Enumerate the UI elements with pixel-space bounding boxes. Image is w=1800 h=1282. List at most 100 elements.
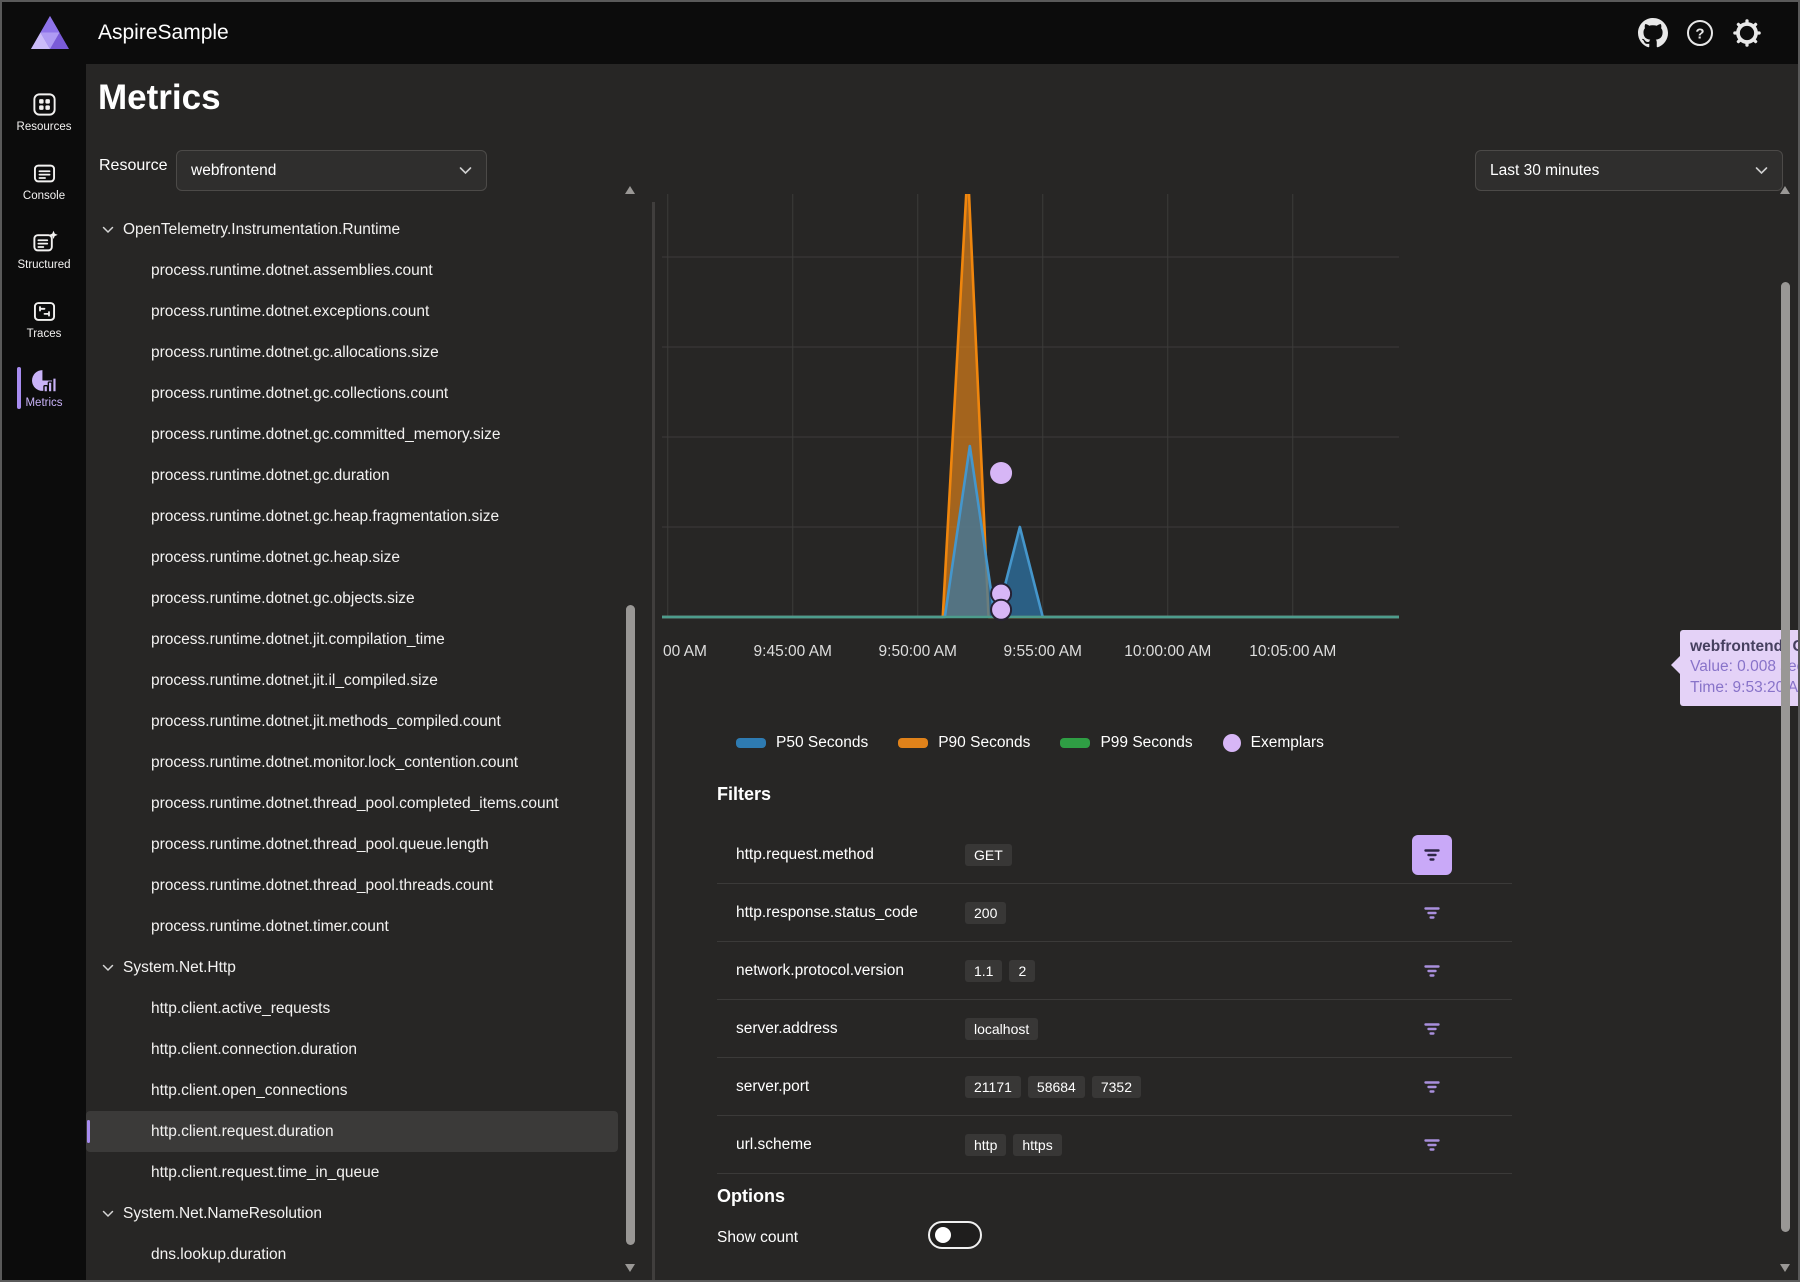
tree-metric-row[interactable]: process.runtime.dotnet.monitor.lock_cont… bbox=[86, 742, 618, 783]
toggle-knob bbox=[935, 1227, 951, 1243]
nav-rail: Resources Console Structured Traces bbox=[2, 64, 86, 1280]
tree-metric-row[interactable]: process.runtime.dotnet.jit.il_compiled.s… bbox=[86, 660, 618, 701]
filter-value-badge: 1.1 bbox=[965, 960, 1002, 982]
tree-metric-row[interactable]: process.runtime.dotnet.assemblies.count bbox=[86, 250, 618, 291]
filter-funnel-icon bbox=[1422, 1135, 1442, 1155]
exemplar-dot[interactable] bbox=[991, 600, 1011, 620]
tree-row-label: OpenTelemetry.Instrumentation.Runtime bbox=[123, 221, 400, 239]
tree-row-label: System.Net.Http bbox=[123, 959, 236, 977]
filter-values: 1.12 bbox=[965, 960, 1412, 982]
scroll-down-arrow[interactable] bbox=[625, 1264, 635, 1272]
filter-value-badge: 7352 bbox=[1092, 1076, 1141, 1098]
tree-group-row[interactable]: System.Net.Http bbox=[86, 947, 618, 988]
filter-value-badge: https bbox=[1013, 1134, 1061, 1156]
tree-metric-row[interactable]: process.runtime.dotnet.gc.duration bbox=[86, 455, 618, 496]
tree-row-label: process.runtime.dotnet.gc.heap.fragmenta… bbox=[151, 508, 499, 526]
tree-metric-row[interactable]: process.runtime.dotnet.gc.allocations.si… bbox=[86, 332, 618, 373]
github-button[interactable] bbox=[1638, 18, 1668, 48]
tree-row-label: process.runtime.dotnet.thread_pool.queue… bbox=[151, 836, 489, 854]
tree-metric-row[interactable]: process.runtime.dotnet.thread_pool.threa… bbox=[86, 865, 618, 906]
legend-item[interactable]: Exemplars bbox=[1223, 734, 1324, 752]
legend-item[interactable]: P99 Seconds bbox=[1060, 734, 1192, 752]
sidebar-item-console[interactable]: Console bbox=[2, 153, 86, 209]
tree-metric-row[interactable]: process.runtime.dotnet.thread_pool.queue… bbox=[86, 824, 618, 865]
scroll-up-arrow[interactable] bbox=[625, 186, 635, 194]
tree-metric-row[interactable]: process.runtime.dotnet.gc.collections.co… bbox=[86, 373, 618, 414]
sidebar-item-traces[interactable]: Traces bbox=[2, 291, 86, 347]
filter-funnel-button[interactable] bbox=[1412, 893, 1452, 933]
filter-values: localhost bbox=[965, 1018, 1412, 1040]
tree-metric-row[interactable]: process.runtime.dotnet.gc.committed_memo… bbox=[86, 414, 618, 455]
panel-splitter[interactable] bbox=[652, 202, 655, 1280]
tree-row-label: process.runtime.dotnet.jit.compilation_t… bbox=[151, 631, 445, 649]
tree-row-label: process.runtime.dotnet.gc.heap.size bbox=[151, 549, 400, 567]
exemplar-dot[interactable] bbox=[990, 462, 1012, 484]
tree-row-label: process.runtime.dotnet.jit.il_compiled.s… bbox=[151, 672, 438, 690]
filter-funnel-button[interactable] bbox=[1412, 835, 1452, 875]
tree-metric-row[interactable]: process.runtime.dotnet.exceptions.count bbox=[86, 291, 618, 332]
help-button[interactable]: ? bbox=[1685, 18, 1715, 48]
filter-row: http.response.status_code200 bbox=[717, 884, 1512, 942]
tree-metric-row[interactable]: http.client.open_connections bbox=[86, 1070, 618, 1111]
tree-group-row[interactable]: System.Net.NameResolution bbox=[86, 1193, 618, 1234]
aspire-logo-icon bbox=[30, 15, 70, 51]
settings-button[interactable] bbox=[1732, 18, 1762, 48]
sidebar-item-label: Metrics bbox=[25, 397, 62, 409]
chart-legend: P50 Seconds P90 Seconds P99 Seconds Exempla… bbox=[736, 734, 1324, 752]
tree-metric-row[interactable]: process.runtime.dotnet.timer.count bbox=[86, 906, 618, 947]
filter-row: server.port21171586847352 bbox=[717, 1058, 1512, 1116]
tree-metric-row[interactable]: process.runtime.dotnet.jit.methods_compi… bbox=[86, 701, 618, 742]
tree-row-label: http.client.open_connections bbox=[151, 1082, 347, 1100]
scroll-up-arrow[interactable] bbox=[1780, 186, 1790, 194]
chevron-down-icon bbox=[102, 226, 114, 234]
show-count-toggle[interactable] bbox=[928, 1221, 982, 1249]
tree-scrollbar-thumb[interactable] bbox=[626, 605, 635, 1245]
tree-row-label: process.runtime.dotnet.gc.allocations.si… bbox=[151, 344, 439, 362]
legend-label: Exemplars bbox=[1251, 734, 1324, 752]
resource-select[interactable]: webfrontend bbox=[176, 150, 487, 191]
titlebar-actions: ? bbox=[1638, 2, 1762, 64]
sidebar-item-resources[interactable]: Resources bbox=[2, 84, 86, 140]
filter-name: http.request.method bbox=[736, 846, 965, 864]
app-window: AspireSample ? bbox=[0, 0, 1800, 1282]
sidebar-item-metrics[interactable]: Metrics bbox=[2, 360, 86, 416]
p50-area[interactable] bbox=[662, 446, 1399, 617]
tree-row-label: process.runtime.dotnet.monitor.lock_cont… bbox=[151, 754, 518, 772]
main-scrollbar-thumb[interactable] bbox=[1781, 282, 1790, 1232]
tree-metric-row[interactable]: process.runtime.dotnet.thread_pool.compl… bbox=[86, 783, 618, 824]
time-range-select[interactable]: Last 30 minutes bbox=[1475, 150, 1783, 191]
sidebar-item-label: Structured bbox=[17, 259, 70, 271]
legend-label: P99 Seconds bbox=[1100, 734, 1192, 752]
x-axis-tick-label: 9:50:00 AM bbox=[879, 643, 957, 660]
tree-row-label: process.runtime.dotnet.gc.objects.size bbox=[151, 590, 415, 608]
tree-metric-row[interactable]: process.runtime.dotnet.gc.objects.size bbox=[86, 578, 618, 619]
chevron-down-icon bbox=[102, 964, 114, 972]
chevron-down-icon bbox=[1755, 166, 1768, 175]
tree-group-row[interactable]: OpenTelemetry.Instrumentation.Runtime bbox=[86, 209, 618, 250]
tree-row-label: http.client.active_requests bbox=[151, 1000, 330, 1018]
tree-metric-row[interactable]: http.client.connection.duration bbox=[86, 1029, 618, 1070]
x-axis-tick-label: 10:00:00 AM bbox=[1124, 643, 1211, 660]
show-count-label: Show count bbox=[717, 1229, 798, 1247]
tree-metric-row[interactable]: http.client.active_requests bbox=[86, 988, 618, 1029]
metrics-chart[interactable]: 00.0050.010.0150.020.0259:40:00 AM9:45:0… bbox=[662, 194, 1522, 794]
legend-swatch bbox=[736, 738, 766, 748]
legend-item[interactable]: P50 Seconds bbox=[736, 734, 868, 752]
filter-funnel-button[interactable] bbox=[1412, 951, 1452, 991]
tree-metric-row[interactable]: process.runtime.dotnet.gc.heap.fragmenta… bbox=[86, 496, 618, 537]
tree-metric-row[interactable]: process.runtime.dotnet.gc.heap.size bbox=[86, 537, 618, 578]
sidebar-item-label: Traces bbox=[27, 328, 62, 340]
legend-swatch bbox=[898, 738, 928, 748]
legend-item[interactable]: P90 Seconds bbox=[898, 734, 1030, 752]
tree-metric-row[interactable]: dns.lookup.duration bbox=[86, 1234, 618, 1275]
filter-funnel-button[interactable] bbox=[1412, 1009, 1452, 1049]
filter-funnel-button[interactable] bbox=[1412, 1067, 1452, 1107]
tree-metric-row[interactable]: http.client.request.time_in_queue bbox=[86, 1152, 618, 1193]
active-nav-indicator bbox=[17, 367, 21, 409]
scroll-down-arrow[interactable] bbox=[1780, 1264, 1790, 1272]
x-axis-tick-label: 9:40:00 AM bbox=[662, 643, 707, 660]
tree-metric-row[interactable]: http.client.request.duration bbox=[86, 1111, 618, 1152]
sidebar-item-structured[interactable]: Structured bbox=[2, 222, 86, 278]
filter-funnel-button[interactable] bbox=[1412, 1125, 1452, 1165]
tree-metric-row[interactable]: process.runtime.dotnet.jit.compilation_t… bbox=[86, 619, 618, 660]
